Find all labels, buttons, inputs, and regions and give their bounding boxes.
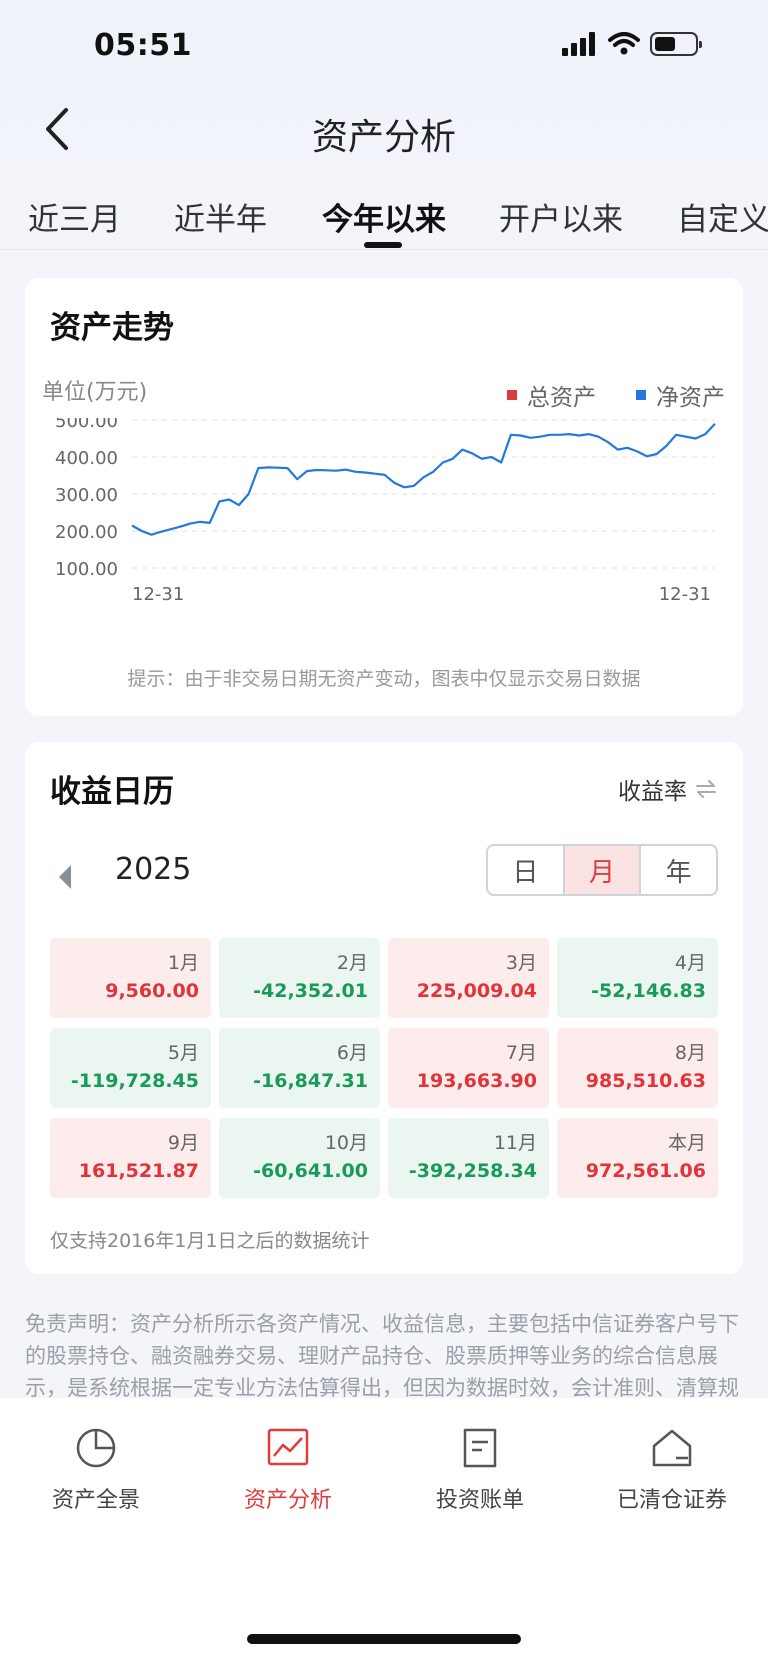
- month-cell[interactable]: 4月 -52,146.83: [557, 938, 718, 1018]
- month-label: 8月: [674, 1042, 706, 1064]
- status-icons: [562, 32, 702, 56]
- disclaimer-text: 免责声明：资产分析所示各资产情况、收益信息，主要包括中信证券客户号下的股票持仓、…: [25, 1312, 739, 1398]
- home-indicator: [247, 1634, 521, 1644]
- month-label: 1月: [167, 952, 199, 974]
- chart-note: 提示：由于非交易日期无资产变动，图表中仅显示交易日数据: [127, 668, 641, 690]
- x-tick-label: 12-31: [659, 584, 711, 605]
- asset-trend-title: 资产走势: [50, 310, 174, 346]
- legend-swatch-net: [636, 390, 646, 400]
- status-bar: 05:51: [0, 0, 768, 90]
- month-cell[interactable]: 7月 193,663.90: [388, 1028, 549, 1108]
- x-tick-label: 12-31: [132, 584, 184, 605]
- tab-6-months[interactable]: 近半年: [174, 194, 267, 239]
- month-profit: 972,561.06: [585, 1160, 706, 1182]
- switch-icon: [696, 780, 716, 798]
- month-label: 7月: [505, 1042, 537, 1064]
- month-cell[interactable]: 9月 161,521.87: [50, 1118, 211, 1198]
- bottom-nav-label: 投资账单: [435, 1488, 524, 1513]
- legend-net-assets[interactable]: 净资产: [636, 378, 725, 412]
- chart-legend: 总资产 净资产: [507, 378, 725, 412]
- bottom-nav-asset-analysis[interactable]: 资产分析: [192, 1426, 384, 1514]
- period-day-button[interactable]: 日: [488, 846, 563, 894]
- period-segmented-control: 日 月 年: [486, 844, 718, 896]
- month-cell[interactable]: 1月 9,560.00: [50, 938, 211, 1018]
- month-label: 5月: [167, 1042, 199, 1064]
- year-label: 2025: [115, 852, 192, 887]
- calendar-note: 仅支持2016年1月1日之后的数据统计: [50, 1230, 370, 1252]
- range-tabs: 近三月 近半年 今年以来 开户以来 自定义: [0, 190, 768, 250]
- month-label: 4月: [674, 952, 706, 974]
- month-profit: -60,641.00: [253, 1160, 368, 1182]
- bottom-nav-asset-overview[interactable]: 资产全景: [0, 1426, 192, 1514]
- month-cell[interactable]: 5月 -119,728.45: [50, 1028, 211, 1108]
- battery-icon: [650, 32, 702, 56]
- month-cell[interactable]: 6月 -16,847.31: [219, 1028, 380, 1108]
- month-profit: 985,510.63: [585, 1070, 706, 1092]
- chart-unit-label: 单位(万元): [42, 380, 148, 405]
- month-cell[interactable]: 10月 -60,641.00: [219, 1118, 380, 1198]
- month-cell[interactable]: 2月 -42,352.01: [219, 938, 380, 1018]
- legend-swatch-total: [507, 390, 517, 400]
- status-time: 05:51: [94, 28, 192, 63]
- y-tick-label: 500.00: [55, 418, 118, 432]
- line-chart-icon: [267, 1428, 309, 1466]
- month-label: 10月: [324, 1132, 368, 1154]
- month-label: 本月: [667, 1132, 706, 1154]
- month-cell[interactable]: 8月 985,510.63: [557, 1028, 718, 1108]
- month-profit: 9,560.00: [105, 980, 199, 1002]
- month-profit: -392,258.34: [408, 1160, 537, 1182]
- month-profit: -16,847.31: [253, 1070, 368, 1092]
- month-profit: 193,663.90: [416, 1070, 537, 1092]
- tab-custom[interactable]: 自定义: [677, 194, 768, 239]
- bottom-nav: 资产全景 资产分析 投资账单 已清仓证券: [0, 1398, 768, 1663]
- metric-toggle[interactable]: 收益率: [618, 772, 717, 806]
- series-line-net-assets: [131, 422, 716, 536]
- month-profit: -119,728.45: [70, 1070, 199, 1092]
- bottom-nav-label: 资产分析: [243, 1488, 332, 1513]
- nav-bar: 资产分析: [0, 90, 768, 170]
- tab-3-months[interactable]: 近三月: [28, 194, 121, 239]
- month-cell[interactable]: 本月 972,561.06: [557, 1118, 718, 1198]
- month-profit: -52,146.83: [591, 980, 706, 1002]
- period-year-button[interactable]: 年: [639, 846, 716, 894]
- asset-trend-card: 资产走势 单位(万元) 总资产 净资产 500.00 400.00 300.00 20…: [25, 278, 743, 716]
- previous-year-icon[interactable]: [55, 862, 75, 892]
- house-icon: [652, 1429, 692, 1467]
- month-profit: 225,009.04: [416, 980, 537, 1002]
- month-profit: -42,352.01: [253, 980, 368, 1002]
- y-tick-label: 300.00: [55, 485, 118, 506]
- tab-since-opening[interactable]: 开户以来: [499, 194, 623, 239]
- month-cell[interactable]: 3月 225,009.04: [388, 938, 549, 1018]
- asset-trend-chart[interactable]: 500.00 400.00 300.00 200.00 100.00 12-31 12-31: [25, 418, 743, 658]
- month-grid: 1月 9,560.00 2月 -42,352.01 3月 225,009.04 4月 -…: [50, 938, 718, 1198]
- month-label: 11月: [493, 1132, 537, 1154]
- y-tick-label: 200.00: [55, 522, 118, 543]
- bottom-nav-label: 资产全景: [51, 1488, 140, 1513]
- legend-label-total: 总资产: [527, 385, 596, 411]
- legend-label-net: 净资产: [656, 385, 725, 411]
- tab-year-to-date[interactable]: 今年以来: [322, 194, 446, 239]
- month-profit: 161,521.87: [78, 1160, 199, 1182]
- period-month-button[interactable]: 月: [562, 846, 640, 894]
- legend-total-assets[interactable]: 总资产: [507, 378, 596, 412]
- profit-calendar-title: 收益日历: [50, 774, 174, 810]
- metric-toggle-label: 收益率: [618, 779, 687, 805]
- signal-icon: [562, 32, 595, 56]
- profit-calendar-card: 收益日历 收益率 2025 日 月 年 1月 9,560.00 2月 -42,352…: [25, 742, 743, 1274]
- month-label: 3月: [505, 952, 537, 974]
- bill-icon: [463, 1428, 497, 1468]
- bottom-nav-label: 已清仓证券: [616, 1488, 727, 1513]
- month-label: 2月: [336, 952, 368, 974]
- bottom-nav-investment-bill[interactable]: 投资账单: [384, 1426, 576, 1514]
- bottom-nav-cleared-securities[interactable]: 已清仓证券: [576, 1426, 768, 1514]
- y-tick-label: 400.00: [55, 448, 118, 469]
- page-title: 资产分析: [311, 117, 456, 158]
- wifi-icon: [608, 32, 640, 55]
- tab-indicator: [364, 242, 402, 248]
- month-label: 6月: [336, 1042, 368, 1064]
- pie-chart-icon: [76, 1428, 116, 1468]
- y-tick-label: 100.00: [55, 559, 118, 580]
- month-label: 9月: [167, 1132, 199, 1154]
- month-cell[interactable]: 11月 -392,258.34: [388, 1118, 549, 1198]
